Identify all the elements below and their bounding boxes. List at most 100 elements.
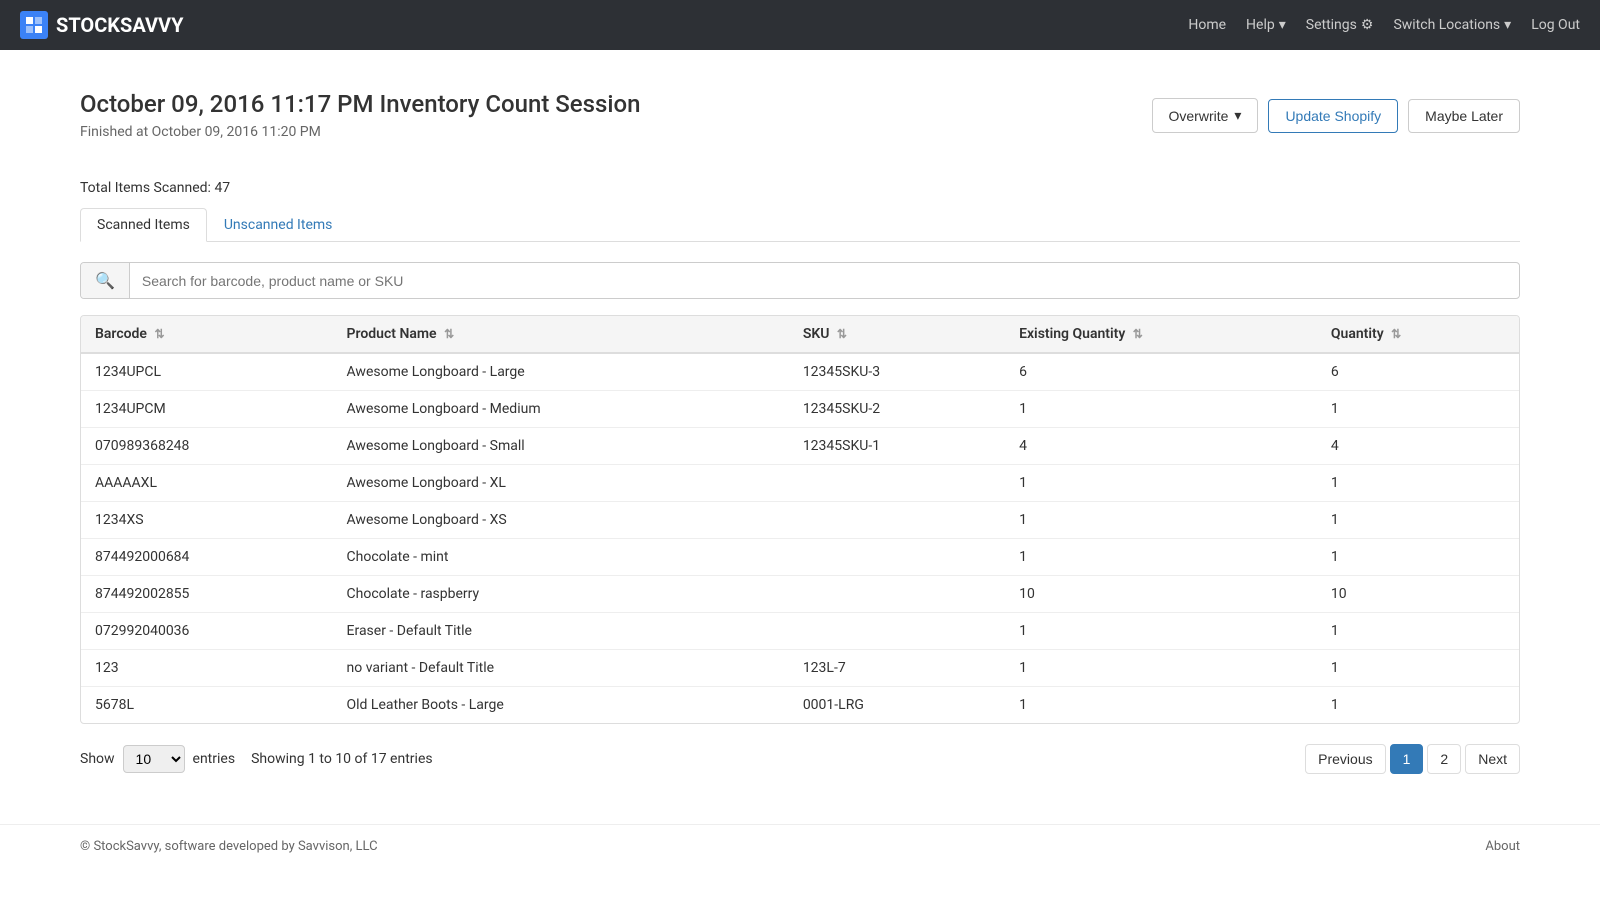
- col-barcode[interactable]: Barcode ⇅: [81, 316, 333, 353]
- search-icon: 🔍: [81, 263, 130, 298]
- table-row: 5678L Old Leather Boots - Large 0001-LRG…: [81, 687, 1519, 724]
- nav-logout[interactable]: Log Out: [1531, 17, 1580, 33]
- col-qty[interactable]: Quantity ⇅: [1317, 316, 1519, 353]
- nav-home[interactable]: Home: [1188, 17, 1226, 33]
- tab-unscanned-items[interactable]: Unscanned Items: [207, 208, 350, 242]
- sort-barcode-icon: ⇅: [154, 327, 164, 341]
- brand-name: STOCKSAVVY: [56, 13, 184, 37]
- cell-barcode: AAAAAXL: [81, 465, 333, 502]
- cell-product-name: Old Leather Boots - Large: [333, 687, 789, 724]
- action-buttons: Overwrite ▾ Update Shopify Maybe Later: [1152, 98, 1521, 133]
- previous-button[interactable]: Previous: [1305, 744, 1385, 774]
- cell-existing-qty: 1: [1005, 539, 1317, 576]
- cell-sku: 12345SKU-2: [789, 391, 1005, 428]
- page-1-button[interactable]: 1: [1390, 744, 1424, 774]
- cell-qty: 1: [1317, 687, 1519, 724]
- sort-product-icon: ⇅: [444, 327, 454, 341]
- cell-existing-qty: 1: [1005, 650, 1317, 687]
- settings-gear-icon: ⚙: [1361, 17, 1374, 33]
- col-existing-qty[interactable]: Existing Quantity ⇅: [1005, 316, 1317, 353]
- switch-locations-caret: ▾: [1504, 17, 1511, 33]
- table-row: 1234XS Awesome Longboard - XS 1 1: [81, 502, 1519, 539]
- cell-existing-qty: 10: [1005, 576, 1317, 613]
- cell-sku: [789, 576, 1005, 613]
- nav-menu: Home Help ▾ Settings ⚙ Switch Locations …: [1188, 17, 1580, 33]
- cell-sku: 12345SKU-3: [789, 353, 1005, 391]
- pagination-section: Show 102550100 entries Showing 1 to 10 o…: [80, 744, 1520, 774]
- cell-sku: 12345SKU-1: [789, 428, 1005, 465]
- search-input[interactable]: [130, 265, 1519, 297]
- search-container: 🔍: [80, 262, 1520, 299]
- cell-qty: 6: [1317, 353, 1519, 391]
- cell-existing-qty: 1: [1005, 613, 1317, 650]
- nav-switch-locations[interactable]: Switch Locations ▾: [1393, 17, 1511, 33]
- navbar: STOCKSAVVY Home Help ▾ Settings ⚙ Switch…: [0, 0, 1600, 50]
- table-row: 070989368248 Awesome Longboard - Small 1…: [81, 428, 1519, 465]
- next-button[interactable]: Next: [1465, 744, 1520, 774]
- pagination-controls: Previous 1 2 Next: [1305, 744, 1520, 774]
- cell-product-name: no variant - Default Title: [333, 650, 789, 687]
- show-entries: Show 102550100 entries: [80, 745, 235, 773]
- table-row: AAAAAXL Awesome Longboard - XL 1 1: [81, 465, 1519, 502]
- cell-qty: 1: [1317, 502, 1519, 539]
- table-row: 1234UPCM Awesome Longboard - Medium 1234…: [81, 391, 1519, 428]
- tabs-container: Scanned Items Unscanned Items: [80, 208, 1520, 242]
- cell-sku: [789, 502, 1005, 539]
- cell-qty: 1: [1317, 539, 1519, 576]
- maybe-later-button[interactable]: Maybe Later: [1408, 99, 1520, 133]
- table-body: 1234UPCL Awesome Longboard - Large 12345…: [81, 353, 1519, 723]
- cell-existing-qty: 6: [1005, 353, 1317, 391]
- sort-qty-icon: ⇅: [1391, 327, 1401, 341]
- cell-existing-qty: 1: [1005, 465, 1317, 502]
- help-caret: ▾: [1279, 17, 1286, 33]
- cell-sku: 123L-7: [789, 650, 1005, 687]
- table-header: Barcode ⇅ Product Name ⇅ SKU ⇅ Existing …: [81, 316, 1519, 353]
- cell-product-name: Chocolate - raspberry: [333, 576, 789, 613]
- main-content: October 09, 2016 11:17 PM Inventory Coun…: [0, 50, 1600, 824]
- cell-barcode: 874492000684: [81, 539, 333, 576]
- cell-sku: [789, 465, 1005, 502]
- nav-settings[interactable]: Settings ⚙: [1306, 17, 1374, 33]
- cell-sku: 0001-LRG: [789, 687, 1005, 724]
- cell-product-name: Awesome Longboard - Medium: [333, 391, 789, 428]
- cell-product-name: Eraser - Default Title: [333, 613, 789, 650]
- cell-qty: 1: [1317, 391, 1519, 428]
- cell-product-name: Awesome Longboard - Large: [333, 353, 789, 391]
- cell-barcode: 874492002855: [81, 576, 333, 613]
- cell-product-name: Awesome Longboard - XS: [333, 502, 789, 539]
- cell-sku: [789, 539, 1005, 576]
- nav-help[interactable]: Help ▾: [1246, 17, 1286, 33]
- footer-about[interactable]: About: [1485, 839, 1520, 854]
- tab-scanned-items[interactable]: Scanned Items: [80, 208, 207, 242]
- cell-existing-qty: 1: [1005, 687, 1317, 724]
- sort-existing-qty-icon: ⇅: [1133, 327, 1143, 341]
- overwrite-button[interactable]: Overwrite ▾: [1152, 98, 1259, 133]
- cell-sku: [789, 613, 1005, 650]
- cell-existing-qty: 1: [1005, 391, 1317, 428]
- table-row: 1234UPCL Awesome Longboard - Large 12345…: [81, 353, 1519, 391]
- col-product-name[interactable]: Product Name ⇅: [333, 316, 789, 353]
- cell-barcode: 1234UPCL: [81, 353, 333, 391]
- update-shopify-button[interactable]: Update Shopify: [1268, 99, 1398, 133]
- cell-qty: 4: [1317, 428, 1519, 465]
- total-items-text: Total Items Scanned: 47: [80, 180, 1520, 196]
- table-row: 874492002855 Chocolate - raspberry 10 10: [81, 576, 1519, 613]
- items-table-container: Barcode ⇅ Product Name ⇅ SKU ⇅ Existing …: [80, 315, 1520, 724]
- brand-logo[interactable]: STOCKSAVVY: [20, 11, 184, 39]
- cell-product-name: Awesome Longboard - XL: [333, 465, 789, 502]
- cell-barcode: 1234UPCM: [81, 391, 333, 428]
- col-sku[interactable]: SKU ⇅: [789, 316, 1005, 353]
- title-section: October 09, 2016 11:17 PM Inventory Coun…: [80, 90, 640, 160]
- entries-select[interactable]: 102550100: [123, 745, 185, 773]
- cell-barcode: 072992040036: [81, 613, 333, 650]
- cell-existing-qty: 1: [1005, 502, 1317, 539]
- table-row: 123 no variant - Default Title 123L-7 1 …: [81, 650, 1519, 687]
- brand-icon: [20, 11, 48, 39]
- items-table: Barcode ⇅ Product Name ⇅ SKU ⇅ Existing …: [81, 316, 1519, 723]
- cell-qty: 1: [1317, 613, 1519, 650]
- cell-barcode: 1234XS: [81, 502, 333, 539]
- cell-product-name: Awesome Longboard - Small: [333, 428, 789, 465]
- page-2-button[interactable]: 2: [1427, 744, 1461, 774]
- table-row: 072992040036 Eraser - Default Title 1 1: [81, 613, 1519, 650]
- cell-qty: 10: [1317, 576, 1519, 613]
